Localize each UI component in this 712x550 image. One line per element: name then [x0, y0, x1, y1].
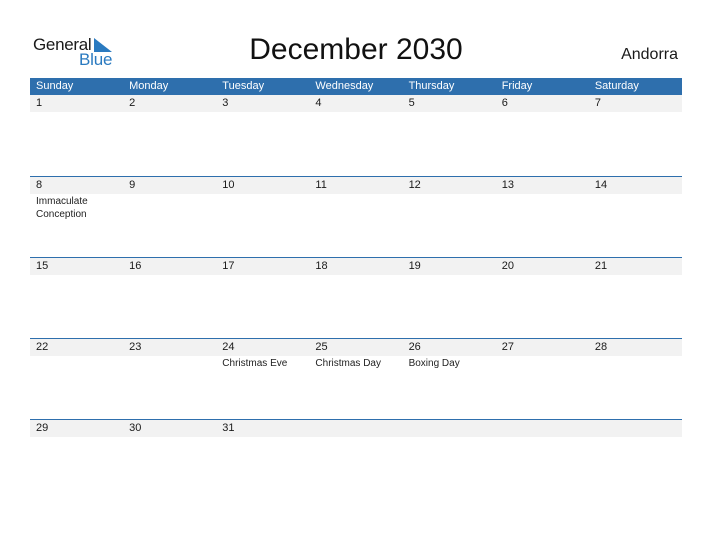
day-number: 8 — [36, 179, 43, 191]
day-number: 6 — [501, 97, 508, 109]
weekday-wednesday: Wednesday — [315, 80, 374, 92]
weekday-monday: Monday — [129, 80, 169, 92]
holiday-label — [298, 194, 394, 221]
day-number: 25 — [315, 341, 328, 353]
events-row — [30, 112, 682, 113]
day-number: 12 — [408, 179, 421, 191]
day-number: 11 — [315, 179, 327, 191]
holiday-label — [216, 112, 309, 113]
week-row: 8 9 10 11 12 13 14 Immaculate Conception — [30, 176, 682, 257]
day-number: 17 — [222, 260, 235, 272]
day-number: 4 — [315, 97, 322, 109]
day-number: 3 — [222, 97, 229, 109]
events-row: Immaculate Conception — [30, 194, 682, 221]
weekday-saturday: Saturday — [594, 80, 639, 92]
day-number: 2 — [129, 97, 136, 109]
day-number: 5 — [408, 97, 415, 109]
day-number: 21 — [594, 260, 608, 272]
day-number: 16 — [129, 260, 142, 272]
day-number: 27 — [501, 341, 514, 353]
holiday-label: Christmas Day — [315, 358, 381, 369]
weekday-friday: Friday — [501, 80, 533, 92]
holiday-label — [496, 437, 589, 438]
day-number: 9 — [129, 179, 136, 191]
holiday-label — [123, 275, 216, 276]
week-row: 15 16 17 18 19 20 21 — [30, 257, 682, 338]
day-number: 1 — [36, 97, 43, 109]
events-row — [30, 437, 682, 438]
day-number: 26 — [408, 341, 421, 353]
holiday-label — [202, 194, 298, 221]
holiday-label: Christmas Eve — [222, 358, 288, 369]
holiday-label — [309, 112, 402, 113]
day-number: 28 — [594, 341, 608, 353]
holiday-label — [394, 194, 490, 221]
events-row — [30, 275, 682, 276]
holiday-label — [589, 356, 682, 370]
weekday-header: Sunday Monday Tuesday Wednesday Thursday… — [30, 78, 682, 95]
holiday-label — [496, 356, 589, 370]
holiday-label — [30, 112, 123, 113]
week-row: 1 2 3 4 5 6 7 — [30, 95, 682, 176]
day-number: 13 — [501, 179, 514, 191]
day-number: 24 — [222, 341, 235, 353]
day-number: 29 — [36, 422, 49, 434]
holiday-label — [496, 112, 589, 113]
day-number — [496, 420, 589, 437]
holiday-label — [30, 356, 123, 370]
weekday-tuesday: Tuesday — [222, 80, 265, 92]
day-number-bar: 15 16 17 18 19 20 21 — [30, 258, 682, 275]
day-number — [589, 420, 682, 437]
day-number: 18 — [315, 260, 328, 272]
day-number-bar: 8 9 10 11 12 13 14 — [30, 177, 682, 194]
holiday-label — [403, 112, 496, 113]
holiday-label — [589, 437, 682, 438]
events-row: Christmas Eve Christmas Day Boxing Day — [30, 356, 682, 370]
holiday-label — [106, 194, 202, 221]
holiday-label — [589, 112, 682, 113]
holiday-label — [123, 356, 216, 370]
holiday-label: Boxing Day — [408, 358, 460, 369]
holiday-label — [490, 194, 586, 221]
holiday-label: Immaculate Conception — [36, 196, 88, 220]
day-number — [403, 420, 496, 437]
holiday-label — [586, 194, 682, 221]
holiday-label — [309, 437, 402, 438]
holiday-label — [496, 275, 589, 276]
day-number: 30 — [129, 422, 142, 434]
holiday-label — [123, 112, 216, 113]
holiday-label — [216, 275, 309, 276]
holiday-label — [30, 275, 123, 276]
week-row: 22 23 24 25 26 27 28 Christmas Eve Christmas Day… — [30, 338, 682, 419]
weekday-thursday: Thursday — [408, 80, 455, 92]
day-number: 7 — [594, 97, 601, 109]
day-number-bar: 1 2 3 4 5 6 7 — [30, 95, 682, 112]
day-number: 19 — [408, 260, 421, 272]
holiday-label — [123, 437, 216, 438]
holiday-label — [30, 437, 123, 438]
day-number-bar: 22 23 24 25 26 27 28 — [30, 339, 682, 356]
day-number: 31 — [222, 422, 235, 434]
calendar-title: December 2030 — [249, 33, 463, 66]
day-number: 10 — [222, 179, 235, 191]
holiday-label — [589, 275, 682, 276]
holiday-label — [403, 437, 496, 438]
day-number — [309, 420, 402, 437]
country-label: Andorra — [621, 46, 678, 63]
day-number: 14 — [594, 179, 608, 191]
day-number: 20 — [501, 260, 514, 272]
day-number: 22 — [36, 341, 49, 353]
holiday-label — [216, 437, 309, 438]
day-number: 15 — [36, 260, 49, 272]
day-number-bar: 29 30 31 — [30, 420, 682, 437]
calendar-grid: Sunday Monday Tuesday Wednesday Thursday… — [30, 78, 682, 500]
holiday-label — [403, 275, 496, 276]
week-row: 29 30 31 — [30, 419, 682, 500]
holiday-label — [309, 275, 402, 276]
weekday-sunday: Sunday — [36, 80, 74, 92]
day-number: 23 — [129, 341, 142, 353]
